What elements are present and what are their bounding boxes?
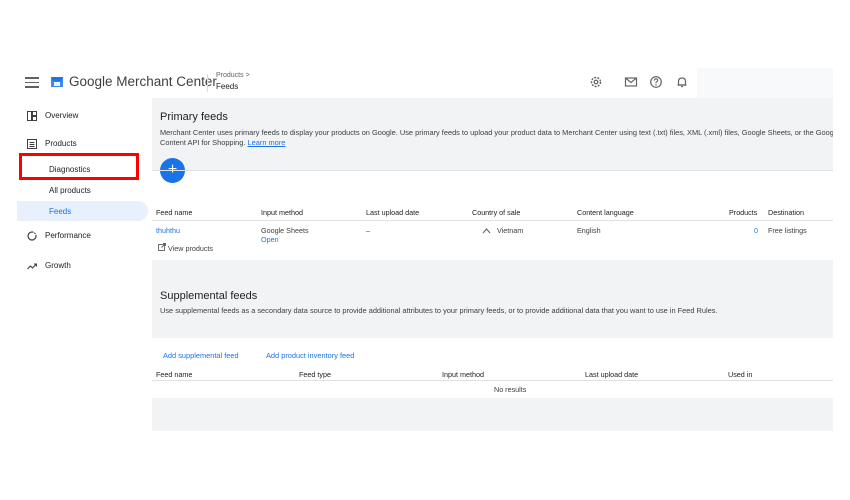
supplemental-feeds-card: Add supplemental feed Add product invent… [152, 338, 833, 398]
list-icon [27, 139, 37, 149]
column-header[interactable]: Feed type [299, 370, 331, 379]
divider [152, 220, 833, 221]
primary-feeds-card: + Feed name Input method Last upload dat… [152, 158, 833, 260]
help-icon[interactable] [649, 75, 663, 89]
topbar-actions [697, 68, 833, 98]
column-header[interactable]: Country of sale [472, 208, 520, 217]
column-header[interactable]: Used in [728, 370, 752, 379]
empty-state-text: No results [494, 385, 527, 394]
sidebar-item-overview[interactable]: Overview [17, 106, 148, 126]
sidebar-item-all-products[interactable]: All products [17, 180, 148, 200]
settings-icon[interactable] [589, 75, 603, 89]
feed-name-link[interactable]: thuhthu [156, 226, 180, 235]
sidebar-item-performance[interactable]: Performance [17, 226, 148, 246]
column-header[interactable]: Content language [577, 208, 634, 217]
main-content: Primary feeds Merchant Center uses prima… [152, 98, 833, 431]
add-supplemental-feed-button[interactable]: Add supplemental feed [163, 351, 239, 360]
sidebar: Overview Products Diagnostics All produc… [17, 98, 150, 431]
breadcrumb-parent[interactable]: Products > [216, 72, 250, 79]
column-header[interactable]: Last upload date [366, 208, 419, 217]
column-header[interactable]: Products [729, 208, 757, 217]
bell-icon[interactable] [675, 75, 689, 89]
chevron-up-icon[interactable] [482, 227, 491, 234]
supplemental-feeds-description: Use supplemental feeds as a secondary da… [160, 306, 718, 315]
column-header[interactable]: Input method [261, 208, 303, 217]
mail-icon[interactable] [624, 75, 638, 89]
supplemental-feeds-title: Supplemental feeds [160, 290, 258, 302]
primary-feeds-title: Primary feeds [160, 111, 228, 123]
menu-icon[interactable] [25, 77, 39, 89]
open-in-new-icon[interactable] [158, 243, 166, 251]
add-product-inventory-feed-button[interactable]: Add product inventory feed [266, 351, 354, 360]
performance-icon [27, 231, 37, 241]
sidebar-item-label: All products [49, 186, 91, 195]
app-title: Google Merchant Center [69, 74, 217, 89]
primary-feeds-description: Merchant Center uses primary feeds to di… [160, 128, 833, 148]
sidebar-item-label: Products [45, 139, 77, 148]
growth-icon [27, 263, 37, 270]
learn-more-link[interactable]: Learn more [248, 138, 286, 147]
column-header[interactable]: Last upload date [585, 370, 638, 379]
last-upload-date: – [366, 226, 370, 235]
top-bar: Google Merchant Center Products > Feeds [17, 68, 833, 98]
merchant-center-logo [51, 77, 63, 87]
column-header[interactable]: Feed name [156, 208, 192, 217]
country-of-sale: Vietnam [497, 226, 524, 235]
column-header[interactable]: Destination [768, 208, 804, 217]
sidebar-item-products[interactable]: Products [17, 134, 148, 154]
content-language: English [577, 226, 601, 235]
column-header[interactable]: Input method [442, 370, 484, 379]
sidebar-item-label: Feeds [49, 207, 72, 216]
dashboard-icon [27, 111, 37, 121]
input-method: Google Sheets [261, 226, 309, 235]
sidebar-item-label: Growth [45, 261, 71, 270]
view-products-link[interactable]: View products [168, 244, 213, 253]
divider [152, 380, 833, 381]
open-link[interactable]: Open [261, 235, 279, 244]
column-header[interactable]: Feed name [156, 370, 192, 379]
divider [207, 74, 208, 92]
sidebar-item-label: Performance [45, 231, 91, 240]
divider [152, 170, 833, 171]
sidebar-item-growth[interactable]: Growth [17, 256, 148, 276]
app-window: Google Merchant Center Products > Feeds [17, 68, 833, 431]
sidebar-item-label: Overview [45, 111, 79, 120]
sidebar-item-feeds[interactable]: Feeds [17, 201, 148, 221]
destination: Free listings [768, 226, 807, 235]
page-title: Feeds [216, 82, 239, 91]
highlight-annotation [19, 153, 139, 180]
products-count[interactable]: 0 [754, 226, 758, 235]
